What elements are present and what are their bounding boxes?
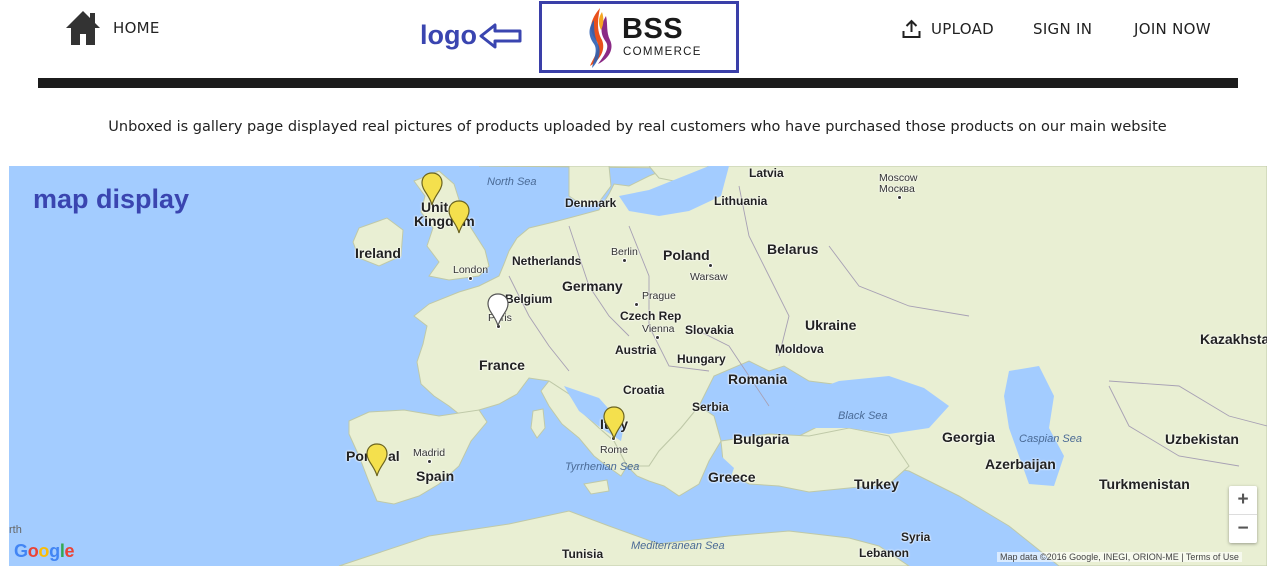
map-edge-label: rth xyxy=(9,524,22,536)
city-dot-warsaw xyxy=(708,263,713,268)
country-label-czech-rep: Czech Rep xyxy=(620,309,682,323)
country-label-austria: Austria xyxy=(615,343,657,357)
logo-subtitle: COMMERCE xyxy=(623,46,702,58)
map-pin-uk[interactable] xyxy=(448,200,470,234)
country-label-slovakia: Slovakia xyxy=(685,323,734,337)
city-dot-vienna xyxy=(655,335,660,340)
country-label-croatia: Croatia xyxy=(623,383,665,397)
map-display[interactable]: map display North Sea Black Sea Caspian … xyxy=(9,166,1267,566)
city-label-prague: Prague xyxy=(642,290,676,302)
nav-home[interactable]: HOME xyxy=(64,10,160,46)
country-label-denmark: Denmark xyxy=(565,196,617,210)
city-dot-london xyxy=(468,276,473,281)
map-display-annotation: map display xyxy=(33,184,190,214)
google-logo-letter: o xyxy=(38,541,50,561)
map-attribution[interactable]: Map data ©2016 Google, INEGI, ORION-ME |… xyxy=(997,552,1242,562)
logo-annotation-text: logo xyxy=(420,20,477,50)
nav-home-label: HOME xyxy=(113,19,160,37)
sea-label-black-sea: Black Sea xyxy=(838,410,888,422)
nav-upload-label: UPLOAD xyxy=(931,20,995,38)
country-label-turkey: Turkey xyxy=(854,476,899,492)
country-label-belarus: Belarus xyxy=(767,241,819,257)
logo-annotation: logo xyxy=(420,20,523,51)
country-label-uzbekistan: Uzbekistan xyxy=(1165,431,1239,447)
site-logo[interactable]: BSS COMMERCE xyxy=(539,1,739,73)
country-label-portugal-part2: al xyxy=(388,448,400,464)
city-label-vienna: Vienna xyxy=(642,323,675,335)
city-label-rome: Rome xyxy=(600,444,629,456)
logo-brand: BSS xyxy=(622,13,684,45)
google-logo-text: Google xyxy=(14,541,75,561)
country-label-hungary: Hungary xyxy=(677,352,726,366)
country-label-poland: Poland xyxy=(663,247,710,263)
map-pin-portugal[interactable] xyxy=(366,443,388,477)
sea-label-caspian-sea: Caspian Sea xyxy=(1019,433,1082,445)
sea-label-north-sea: North Sea xyxy=(487,176,537,188)
country-label-greece: Greece xyxy=(708,469,756,485)
nav-upload[interactable]: UPLOAD xyxy=(902,19,994,39)
country-label-serbia: Serbia xyxy=(692,400,729,414)
country-label-georgia: Georgia xyxy=(942,429,995,445)
country-label-ireland: Ireland xyxy=(355,245,401,261)
city-dot-prague xyxy=(634,302,639,307)
country-label-romania: Romania xyxy=(728,371,788,387)
city-dot-berlin xyxy=(622,258,627,263)
google-logo-letter: G xyxy=(14,541,28,561)
flame-logo-icon xyxy=(589,8,612,68)
google-logo-letter: g xyxy=(49,541,60,561)
country-label-syria: Syria xyxy=(901,530,931,544)
left-arrow-icon xyxy=(479,23,522,48)
country-label-turkmenistan: Turkmenistan xyxy=(1099,476,1190,492)
country-label-belgium: Belgium xyxy=(505,292,553,306)
intro-text: Unboxed is gallery page displayed real p… xyxy=(108,119,1167,135)
header-divider-bar xyxy=(38,78,1238,88)
country-label-tunisia: Tunisia xyxy=(562,547,604,561)
city-dot-madrid xyxy=(427,459,432,464)
city-label-madrid: Madrid xyxy=(413,447,446,459)
city-label-london: London xyxy=(453,264,489,276)
city-label-berlin: Berlin xyxy=(611,246,638,258)
map-pin-paris[interactable] xyxy=(487,293,509,327)
google-logo-letter: e xyxy=(64,541,75,561)
country-label-netherlands: Netherlands xyxy=(512,254,582,268)
zoom-out-button[interactable]: − xyxy=(1229,515,1257,543)
country-label-ukraine: Ukraine xyxy=(805,317,857,333)
country-label-latvia: Latvia xyxy=(749,166,784,180)
sea-label-tyrrhenian-sea: Tyrrhenian Sea xyxy=(565,461,640,473)
map-pin-uk-north[interactable] xyxy=(421,172,443,206)
upload-icon xyxy=(902,19,921,38)
city-label-warsaw: Warsaw xyxy=(690,271,728,283)
country-label-lithuania: Lithuania xyxy=(714,194,768,208)
nav-join-now[interactable]: JOIN NOW xyxy=(1134,20,1211,38)
nav-sign-in[interactable]: SIGN IN xyxy=(1033,20,1092,38)
country-label-kazakhstan: Kazakhsta xyxy=(1200,331,1267,347)
sea-label-mediterranean-sea: Mediterranean Sea xyxy=(631,540,725,552)
country-label-moldova: Moldova xyxy=(775,342,824,356)
map-base-layer xyxy=(338,166,1267,566)
google-logo-letter: o xyxy=(27,541,39,561)
country-label-lebanon: Lebanon xyxy=(859,546,909,560)
map-pin-italy[interactable] xyxy=(603,406,625,440)
home-icon xyxy=(66,11,100,45)
country-label-spain: Spain xyxy=(416,468,455,484)
country-label-azerbaijan: Azerbaijan xyxy=(985,456,1056,472)
country-label-france: France xyxy=(479,357,525,373)
country-label-bulgaria: Bulgaria xyxy=(733,431,790,447)
google-logo[interactable]: Google xyxy=(14,541,75,562)
zoom-in-button[interactable]: + xyxy=(1229,486,1257,514)
map-zoom-control: + − xyxy=(1229,486,1257,543)
city-label-moscow-cyrillic: Москва xyxy=(879,183,915,195)
country-label-germany: Germany xyxy=(562,278,623,294)
city-dot-moscow xyxy=(897,195,902,200)
